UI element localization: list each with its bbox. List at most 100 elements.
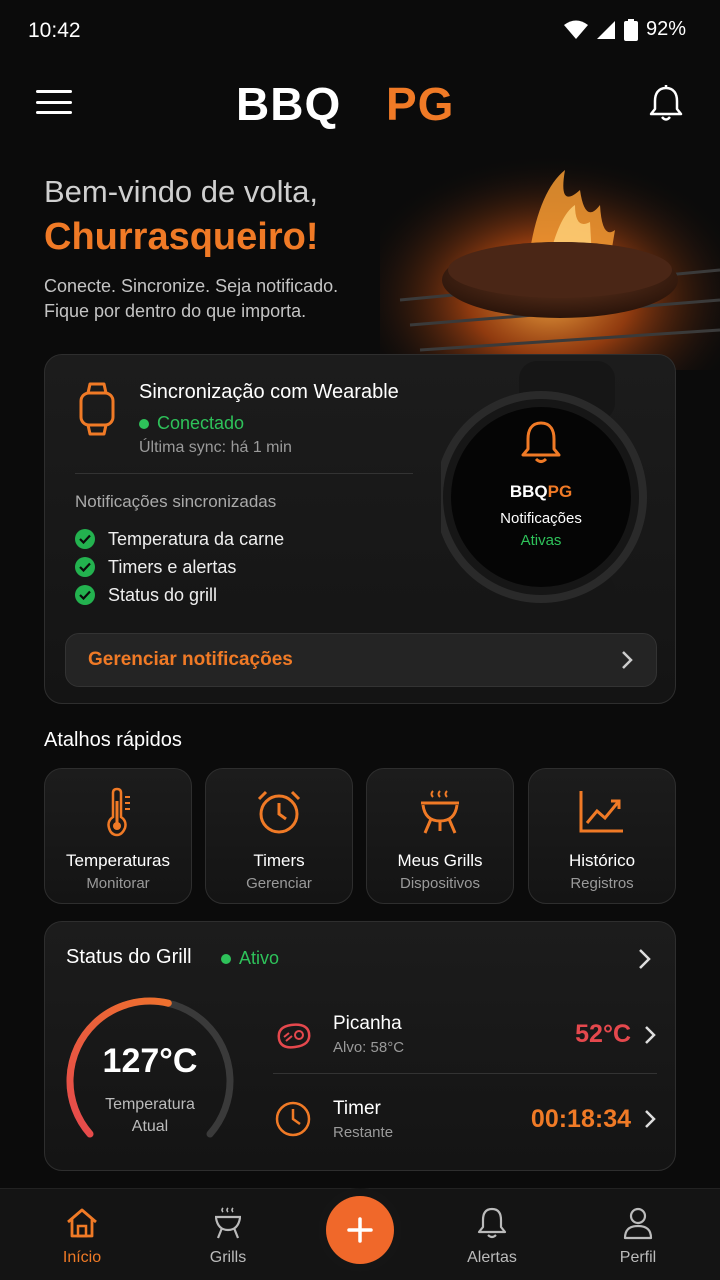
grill-status-card: Status do Grill Ativo 127°C Temperatura … xyxy=(44,921,676,1171)
list-item-label: Status do grill xyxy=(108,584,218,605)
manage-notifications-label: Gerenciar notificações xyxy=(88,649,293,670)
wearable-title: Sincronização com Wearable xyxy=(139,381,399,403)
check-icon xyxy=(75,557,95,577)
divider xyxy=(75,473,413,474)
nav-label: Grills xyxy=(209,1249,247,1266)
user-icon xyxy=(623,1207,653,1240)
nav-label: Início xyxy=(62,1249,102,1266)
grilled-burger-image xyxy=(380,130,720,370)
battery-percent: 92% xyxy=(645,18,686,40)
grill-status-title: Status do Grill xyxy=(66,946,192,968)
grill-active-text: Ativo xyxy=(239,948,280,968)
home-icon xyxy=(67,1208,97,1238)
thermometer-icon xyxy=(107,787,130,837)
list-item: Status do grill xyxy=(75,581,284,609)
meat-target: Alvo: 58°C xyxy=(333,1039,405,1056)
shortcut-timers[interactable]: Timers Gerenciar xyxy=(205,768,353,904)
meat-probe-text: Picanha Alvo: 58°C xyxy=(333,1013,575,1056)
trend-chart-icon xyxy=(579,791,623,833)
timer-sub: Restante xyxy=(333,1123,394,1141)
connection-status-text: Conectado xyxy=(157,413,245,433)
status-icons: 92% xyxy=(563,18,686,41)
grill-icon xyxy=(421,790,459,834)
grill-active-status: Ativo xyxy=(221,948,279,969)
meat-name: Picanha xyxy=(333,1013,402,1034)
connection-status: Conectado xyxy=(139,413,244,434)
shortcut-sublabel: Gerenciar xyxy=(246,875,312,892)
timer-title: Timer xyxy=(333,1097,381,1119)
add-button[interactable] xyxy=(326,1196,394,1264)
shortcut-label: Temperaturas xyxy=(66,851,170,870)
welcome-subtitle-line: Conecte. Sincronize. Seja notificado. xyxy=(44,276,339,296)
status-time: 10:42 xyxy=(28,19,81,42)
synced-notifications-heading: Notificações sincronizadas xyxy=(75,492,277,511)
watch-logo: BBQPG xyxy=(510,482,572,501)
meat-temperature: 52°C xyxy=(575,1020,631,1048)
welcome-subtitle: Conecte. Sincronize. Seja notificado. Fi… xyxy=(44,274,338,324)
shortcut-history[interactable]: Histórico Registros xyxy=(528,768,676,904)
quick-shortcuts-title: Atalhos rápidos xyxy=(44,729,182,751)
svg-text:PG: PG xyxy=(386,80,454,130)
shortcut-label: Timers xyxy=(253,851,305,870)
shortcut-label: Histórico xyxy=(568,851,636,870)
nav-alerts[interactable]: Alertas xyxy=(442,1205,542,1267)
shortcut-sublabel: Dispositivos xyxy=(399,875,481,892)
status-dot xyxy=(221,953,231,964)
manage-notifications-button[interactable]: Gerenciar notificações xyxy=(65,633,657,687)
list-item: Timers e alertas xyxy=(75,553,284,581)
nav-label: Alertas xyxy=(467,1249,517,1266)
nav-grills[interactable]: Grills xyxy=(178,1205,278,1267)
watch-active-text: Ativas xyxy=(521,532,562,549)
list-item-label: Temperatura da carne xyxy=(108,528,285,549)
menu-icon-bar xyxy=(36,90,72,93)
welcome-greeting: Bem-vindo de volta, xyxy=(44,174,318,209)
nav-profile[interactable]: Perfil xyxy=(588,1205,688,1267)
bell-icon xyxy=(477,1207,507,1239)
bbqpg-logo: BBQ PG xyxy=(236,80,454,130)
current-temperature-label: Temperatura Atual xyxy=(65,1094,235,1138)
temperature-label-line: Atual xyxy=(131,1118,169,1135)
status-dot xyxy=(139,418,149,429)
shortcut-my-grills[interactable]: Meus Grills Dispositivos xyxy=(366,768,514,904)
nav-home[interactable]: Início xyxy=(32,1205,132,1267)
smartwatch-image: BBQPG Notificações Ativas xyxy=(441,361,647,633)
timer-text: Timer Restante xyxy=(333,1098,531,1141)
list-item-label: Timers e alertas xyxy=(108,556,237,577)
chevron-right-icon xyxy=(622,651,633,669)
shortcut-sublabel: Registros xyxy=(570,875,634,892)
watch-notif-text: Notificações xyxy=(500,510,582,527)
welcome-name: Churrasqueiro! xyxy=(44,216,319,258)
chevron-right-icon[interactable] xyxy=(633,946,657,972)
nav-label: Perfil xyxy=(619,1249,657,1266)
chevron-right-icon xyxy=(645,1110,656,1128)
shortcut-label: Meus Grills xyxy=(397,851,483,870)
grill-icon xyxy=(214,1207,242,1239)
menu-button[interactable] xyxy=(36,86,72,118)
welcome-subtitle-line: Fique por dentro do que importa. xyxy=(44,301,307,321)
list-item: Temperatura da carne xyxy=(75,525,284,553)
battery-icon xyxy=(623,18,638,41)
plus-icon xyxy=(347,1217,373,1243)
alarm-clock-icon xyxy=(257,790,301,834)
cellular-signal-icon xyxy=(596,20,615,39)
check-icon xyxy=(75,529,95,549)
check-icon xyxy=(75,585,95,605)
notifications-bell-button[interactable] xyxy=(644,82,688,126)
shortcut-temperatures[interactable]: Temperaturas Monitorar xyxy=(44,768,192,904)
wearable-sync-card: Sincronização com Wearable Conectado Últ… xyxy=(44,354,676,704)
steak-icon xyxy=(277,1022,311,1049)
meat-probe-row[interactable]: Picanha Alvo: 58°C 52°C xyxy=(273,996,657,1074)
menu-icon-bar xyxy=(36,111,72,114)
temperature-label-line: Temperatura xyxy=(105,1096,195,1113)
synced-notifications-list: Temperatura da carne Timers e alertas St… xyxy=(75,525,284,609)
timer-remaining: 00:18:34 xyxy=(530,1104,631,1133)
shortcut-sublabel: Monitorar xyxy=(86,875,150,892)
timer-row[interactable]: Timer Restante 00:18:34 xyxy=(273,1080,657,1158)
last-sync-text: Última sync: há 1 min xyxy=(139,439,292,456)
smartwatch-icon xyxy=(79,382,115,436)
chevron-right-icon xyxy=(645,1025,656,1044)
wifi-icon xyxy=(563,20,588,39)
svg-text:BBQ: BBQ xyxy=(236,80,341,130)
clock-icon xyxy=(275,1101,311,1137)
current-temperature: 127°C xyxy=(102,1042,198,1080)
